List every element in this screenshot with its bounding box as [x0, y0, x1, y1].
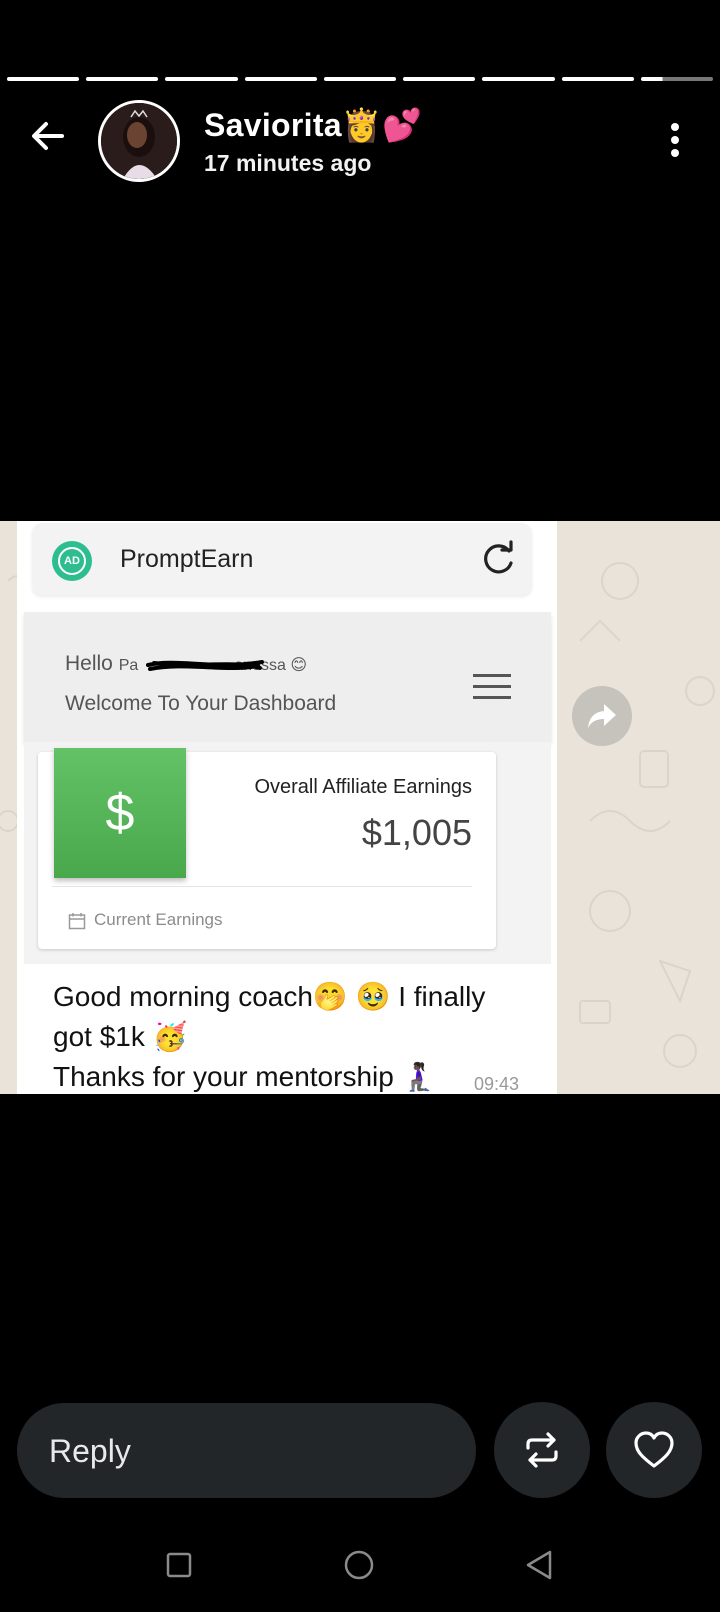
more-vertical-icon [671, 123, 679, 157]
earnings-section: $ Overall Affiliate Earnings $1,005 Curr… [24, 742, 551, 964]
story-progress-bar [7, 77, 713, 81]
user-name[interactable]: Saviorita👸💕 [204, 106, 422, 144]
repost-icon [526, 1432, 558, 1468]
forward-button [572, 686, 632, 746]
more-options-button[interactable] [670, 122, 680, 158]
avatar-image [101, 103, 177, 179]
app-title: PromptEarn [120, 545, 254, 573]
reply-input[interactable]: Reply [17, 1403, 476, 1498]
app-logo-text: AD [58, 547, 86, 575]
repost-button[interactable] [494, 1402, 590, 1498]
earnings-card: $ Overall Affiliate Earnings $1,005 Curr… [38, 748, 496, 949]
welcome-text: Welcome To Your Dashboard [65, 692, 337, 715]
back-button[interactable] [26, 114, 70, 158]
message-time: 09:43 [473, 1074, 519, 1094]
progress-segment-current [640, 77, 713, 81]
forward-icon [588, 704, 616, 728]
story-header: Saviorita👸💕 17 minutes ago [0, 96, 720, 186]
story-timestamp: 17 minutes ago [204, 150, 372, 176]
system-back-button[interactable] [514, 1540, 564, 1590]
earnings-value: $1,005 [361, 812, 472, 853]
chat-message-bubble: AD PromptEarn Hello Pa anessa 😊 Welcome T… [17, 521, 557, 1094]
progress-segment [561, 77, 634, 81]
app-header: AD PromptEarn [32, 523, 532, 595]
dashboard-header: Hello Pa anessa 😊 Welcome To Your Dashboa… [24, 612, 551, 742]
progress-segment [244, 77, 317, 81]
current-earnings-label: Current Earnings [94, 910, 223, 929]
message-line: Thanks for your mentorship 🧎🏿‍♀️ [53, 1061, 437, 1092]
circle-icon [344, 1550, 374, 1580]
triangle-back-icon [526, 1550, 552, 1580]
recents-button[interactable] [154, 1540, 204, 1590]
arrow-left-icon [32, 122, 64, 150]
message-text: Good morning coach🤭 🥹 I finally got $1k … [53, 977, 543, 1094]
progress-segment [86, 77, 159, 81]
system-navigation-bar [0, 1540, 720, 1590]
greeting-name-start: Pa [118, 657, 139, 674]
progress-segment [7, 77, 80, 81]
dollar-icon-box: $ [54, 748, 186, 878]
hamburger-menu-icon [473, 674, 511, 700]
calendar-icon [68, 913, 86, 930]
like-button[interactable] [606, 1402, 702, 1498]
greeting-prefix: Hello [65, 652, 113, 675]
earnings-label: Overall Affiliate Earnings [254, 776, 472, 798]
progress-segment [482, 77, 555, 81]
refresh-icon [478, 539, 518, 579]
message-line: got $1k 🥳 [53, 1021, 188, 1052]
app-logo: AD [52, 541, 92, 581]
story-image[interactable]: AD PromptEarn Hello Pa anessa 😊 Welcome T… [0, 521, 720, 1094]
progress-segment [165, 77, 238, 81]
reply-placeholder: Reply [49, 1433, 131, 1469]
redaction-scribble [146, 660, 264, 671]
square-icon [166, 1552, 192, 1578]
divider [52, 886, 472, 887]
home-button[interactable] [334, 1540, 384, 1590]
heart-icon [634, 1431, 674, 1468]
progress-segment [403, 77, 476, 81]
progress-segment [323, 77, 397, 81]
message-line: Good morning coach🤭 🥹 I finally [53, 981, 486, 1012]
avatar[interactable] [98, 100, 180, 182]
